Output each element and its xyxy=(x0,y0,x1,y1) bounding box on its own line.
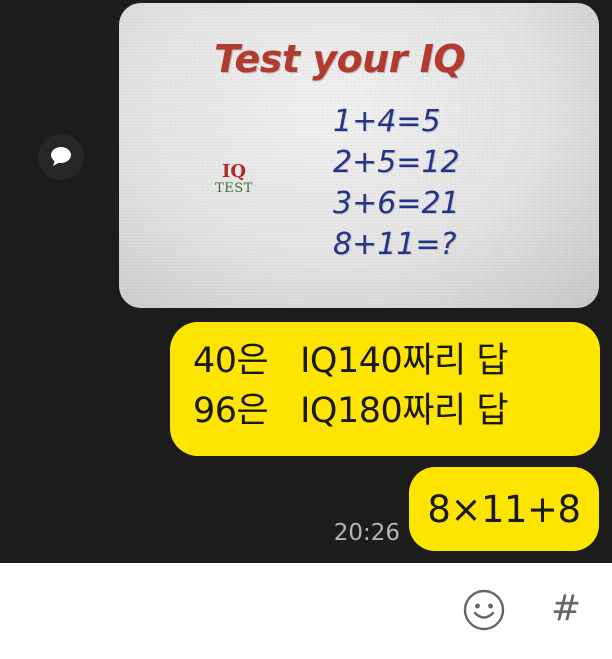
message-line: 96은 IQ180짜리 답 xyxy=(193,391,509,431)
message-bubble-answer[interactable]: 8×11+8 xyxy=(409,467,599,551)
share-icon xyxy=(51,147,71,166)
image-message[interactable]: Test your IQ IQ TEST 1+4=5 2+5=12 3+6=21… xyxy=(119,3,599,308)
input-bar xyxy=(0,563,612,659)
equation: 1+4=5 xyxy=(333,104,441,139)
message-text: 8×11+8 xyxy=(427,487,581,531)
equation: 3+6=21 xyxy=(333,186,460,221)
iq-test-logo: IQ TEST xyxy=(214,163,254,197)
image-title: Test your IQ xyxy=(214,37,466,81)
message-line: 40은 IQ140짜리 답 xyxy=(193,341,509,381)
emoji-button[interactable] xyxy=(461,587,507,633)
logo-bottom-text: TEST xyxy=(215,181,253,196)
chat-area: Test your IQ IQ TEST 1+4=5 2+5=12 3+6=21… xyxy=(0,0,612,563)
emoji-icon xyxy=(463,589,505,631)
equation: 8+11=? xyxy=(333,227,457,262)
share-button[interactable] xyxy=(38,134,84,180)
equation-list: 1+4=5 2+5=12 3+6=21 8+11=? xyxy=(333,102,533,265)
message-bubble[interactable]: 40은 IQ140짜리 답 96은 IQ180짜리 답 xyxy=(170,322,600,456)
logo-top-text: IQ xyxy=(221,161,247,182)
message-timestamp: 20:26 xyxy=(333,520,400,546)
hashtag-button[interactable]: # xyxy=(542,585,590,633)
equation: 2+5=12 xyxy=(333,145,460,180)
